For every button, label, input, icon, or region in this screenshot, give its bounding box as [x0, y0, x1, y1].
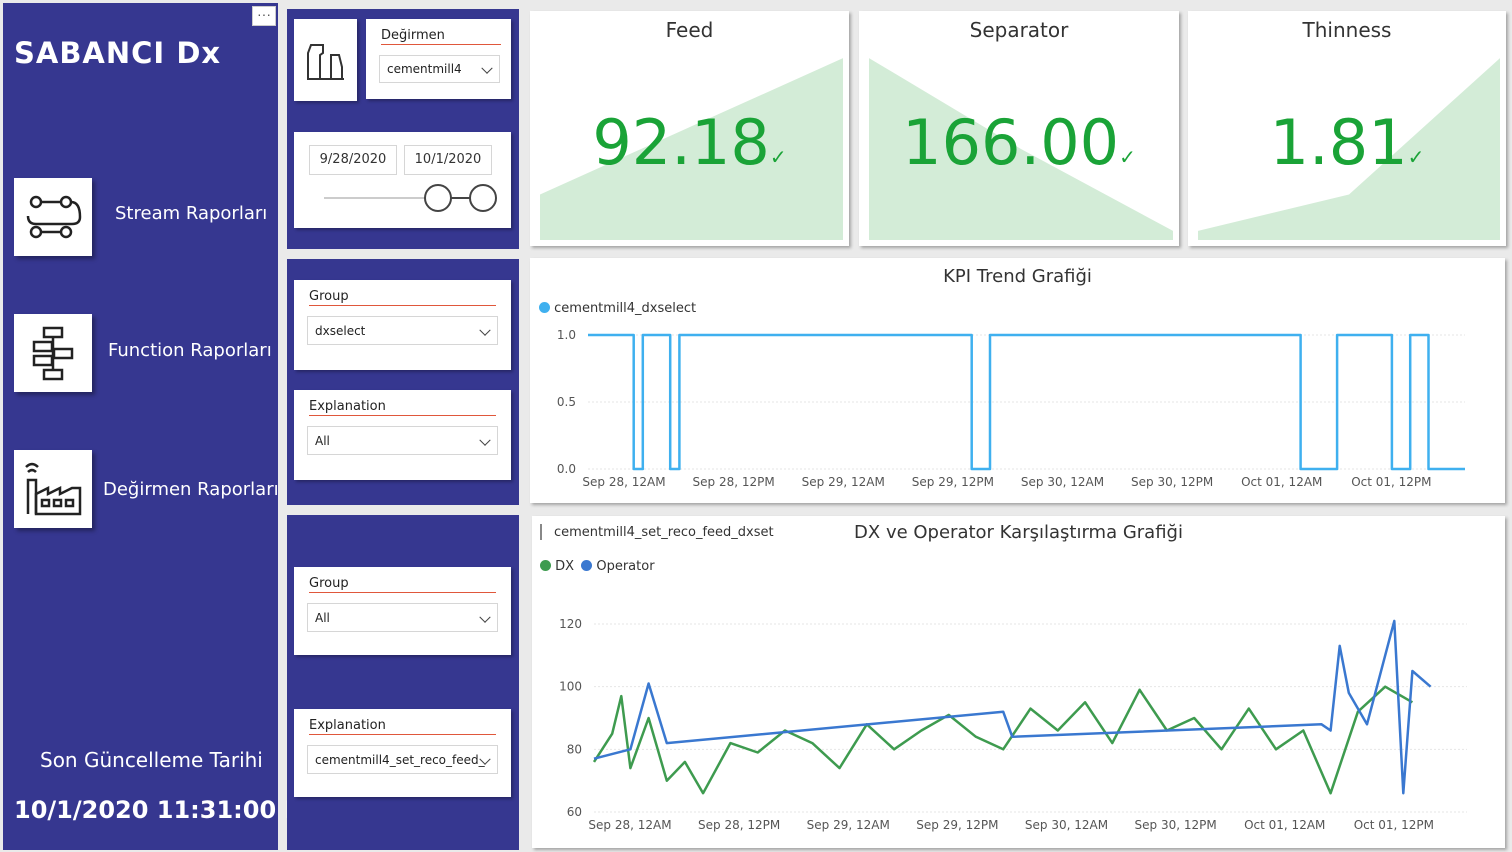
- x-tick-label: Oct 01, 12PM: [1354, 818, 1434, 832]
- dx-operator-chart-card: cementmill4_set_reco_feed_dxset DX ve Op…: [532, 516, 1505, 848]
- series-line-Operator: [593, 619, 1432, 795]
- company-logo: SABANCI Dx: [14, 36, 222, 70]
- mill-slicer-title: Değirmen: [381, 28, 445, 43]
- end-date-input[interactable]: 10/1/2020: [404, 145, 492, 175]
- slicer-underline: [309, 415, 496, 416]
- stream-flow-icon: [26, 195, 82, 239]
- nav-function-reports-button[interactable]: [14, 314, 92, 392]
- nav-stream-reports-button[interactable]: [14, 178, 92, 256]
- kpi-title: Separator: [969, 18, 1069, 42]
- kpi-card-feed: Feed 92.18✓: [530, 11, 849, 246]
- slicer-underline: [309, 305, 496, 306]
- x-tick-label: Sep 29, 12PM: [912, 475, 994, 489]
- kpi-trend-chart-card: KPI Trend Grafiği cementmill4_dxselect 0…: [530, 258, 1505, 503]
- group-dropdown-1-value: dxselect: [315, 323, 366, 338]
- kpi-number: 92.18: [592, 106, 770, 179]
- nav-mill-reports-label[interactable]: Değirmen Raporları: [103, 479, 279, 500]
- check-icon: ✓: [1407, 145, 1425, 169]
- date-slider-end-handle[interactable]: [469, 184, 497, 212]
- more-options-button[interactable]: ···: [252, 6, 276, 26]
- factory-icon: [25, 462, 82, 516]
- mill-icon-card: [294, 19, 357, 101]
- nav-stream-reports-label[interactable]: Stream Raporları: [115, 203, 267, 224]
- kpi-number: 1.81: [1269, 106, 1408, 179]
- kpi-card-thinness: Thinness 1.81✓: [1188, 11, 1506, 246]
- x-tick-label: Sep 30, 12PM: [1131, 475, 1213, 489]
- date-range-slicer: 9/28/2020 10/1/2020: [294, 132, 511, 228]
- date-slider-start-handle[interactable]: [424, 184, 452, 212]
- y-tick-label: 1.0: [557, 328, 576, 342]
- explanation-dropdown-1-value: All: [315, 433, 330, 448]
- kpi-number: 166.00: [902, 106, 1120, 179]
- x-tick-label: Oct 01, 12PM: [1351, 475, 1431, 489]
- slicer-underline: [309, 592, 496, 593]
- kpi-card-separator: Separator 166.00✓: [859, 11, 1179, 246]
- group-dropdown-2[interactable]: All: [307, 603, 498, 632]
- kpi-value: 1.81✓: [1188, 106, 1506, 179]
- x-tick-label: Sep 28, 12AM: [588, 818, 671, 832]
- y-tick-label: 100: [559, 680, 582, 694]
- explanation-slicer-2: Explanation cementmill4_set_reco_feed_..…: [294, 709, 511, 797]
- x-tick-label: Sep 30, 12PM: [1135, 818, 1217, 832]
- explanation-slicer-title: Explanation: [309, 718, 386, 733]
- x-tick-label: Oct 01, 12AM: [1241, 475, 1322, 489]
- x-tick-label: Sep 28, 12PM: [693, 475, 775, 489]
- group-slicer-title: Group: [309, 289, 349, 304]
- y-tick-label: 60: [567, 805, 582, 819]
- kpi-value: 92.18✓: [530, 106, 849, 179]
- nav-mill-reports-button[interactable]: [14, 450, 92, 528]
- mill-dropdown-value: cementmill4: [387, 62, 462, 76]
- chevron-down-icon: [479, 434, 491, 446]
- series-line-DX: [592, 685, 1414, 795]
- slicer-underline: [309, 734, 496, 735]
- y-tick-label: 0.5: [557, 395, 576, 409]
- last-update-value: 10/1/2020 11:31:00 PM: [14, 796, 326, 824]
- nav-function-reports-label[interactable]: Function Raporları: [108, 340, 272, 361]
- group-dropdown-2-value: All: [315, 610, 330, 625]
- chevron-down-icon: [479, 324, 491, 336]
- x-tick-label: Sep 29, 12PM: [916, 818, 998, 832]
- y-tick-label: 0.0: [557, 462, 576, 476]
- check-icon: ✓: [769, 145, 787, 169]
- mill-icon: [307, 44, 344, 80]
- trend-chart-plot: 0.0 0.5 1.0 Sep 28, 12AM Sep 28, 12PM Sep 29,…: [557, 328, 1465, 489]
- explanation-dropdown-1[interactable]: All: [307, 426, 498, 455]
- check-icon: ✓: [1119, 145, 1136, 169]
- x-tick-label: Sep 29, 12AM: [807, 818, 890, 832]
- explanation-slicer-title: Explanation: [309, 399, 386, 414]
- x-tick-label: Sep 28, 12PM: [698, 818, 780, 832]
- last-update-title: Son Güncelleme Tarihi: [40, 748, 263, 772]
- chevron-down-icon: [481, 62, 493, 74]
- explanation-dropdown-2-value: cementmill4_set_reco_feed_...: [315, 752, 485, 767]
- x-tick-label: Sep 30, 12AM: [1025, 818, 1108, 832]
- kpi-title: Feed: [665, 18, 714, 42]
- filter-panel-bottom: [287, 515, 519, 850]
- function-tree-icon: [32, 326, 74, 381]
- comparison-chart-plot: 60 80 100 120 Sep 28, 12AM Sep 28, 12PM Sep 29…: [559, 617, 1467, 832]
- y-tick-label: 80: [567, 742, 582, 756]
- x-tick-label: Sep 29, 12AM: [802, 475, 885, 489]
- sidebar: [3, 3, 278, 850]
- mill-dropdown[interactable]: cementmill4: [379, 55, 500, 83]
- group-dropdown-1[interactable]: dxselect: [307, 316, 498, 345]
- x-tick-label: Oct 01, 12AM: [1244, 818, 1325, 832]
- kpi-value: 166.00✓: [859, 106, 1179, 179]
- group-slicer-title: Group: [309, 576, 349, 591]
- explanation-dropdown-2[interactable]: cementmill4_set_reco_feed_...: [307, 745, 498, 774]
- start-date-input[interactable]: 9/28/2020: [309, 145, 397, 175]
- mill-slicer: Değirmen cementmill4: [366, 19, 511, 99]
- explanation-slicer-1: Explanation All: [294, 390, 511, 480]
- group-slicer-2: Group All: [294, 567, 511, 655]
- y-tick-label: 120: [559, 617, 582, 631]
- x-tick-label: Sep 30, 12AM: [1021, 475, 1104, 489]
- x-tick-label: Sep 28, 12AM: [582, 475, 665, 489]
- chevron-down-icon: [479, 611, 491, 623]
- group-slicer-1: Group dxselect: [294, 280, 511, 370]
- slicer-underline: [381, 44, 501, 45]
- kpi-title: Thinness: [1302, 18, 1392, 42]
